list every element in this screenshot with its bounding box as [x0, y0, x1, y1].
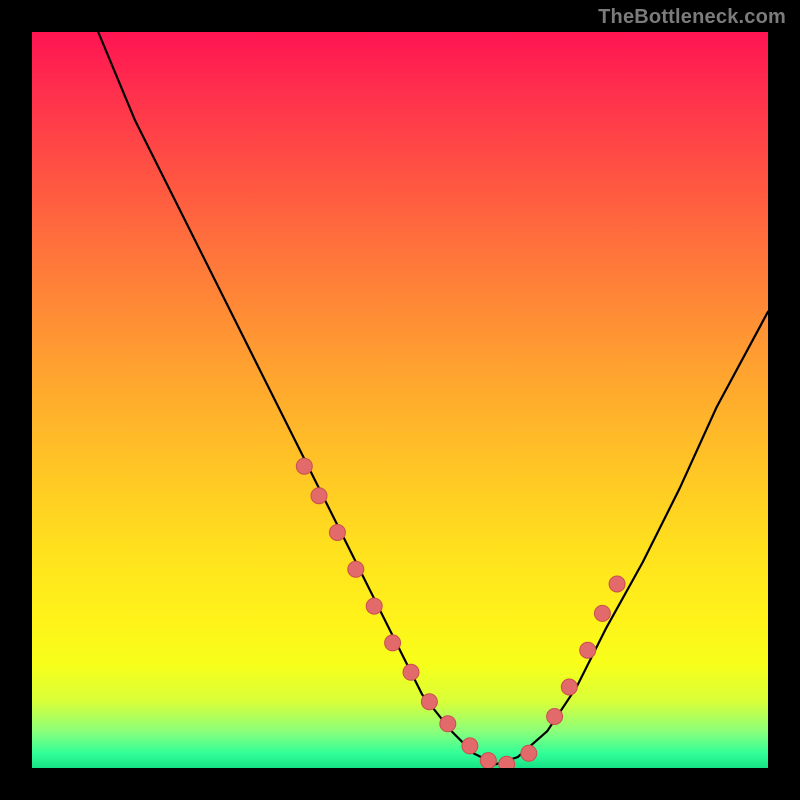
curve-marker	[385, 635, 401, 651]
curve-marker	[440, 716, 456, 732]
curve-marker	[547, 709, 563, 725]
curve-marker	[480, 753, 496, 768]
curve-marker	[521, 745, 537, 761]
bottleneck-curve	[98, 32, 768, 764]
marker-group	[296, 458, 625, 768]
curve-marker	[421, 694, 437, 710]
curve-marker	[403, 664, 419, 680]
curve-marker	[329, 525, 345, 541]
plot-area	[32, 32, 768, 768]
curve-marker	[366, 598, 382, 614]
curve-marker	[462, 738, 478, 754]
curve-marker	[594, 605, 610, 621]
watermark-text: TheBottleneck.com	[598, 6, 786, 29]
curve-marker	[561, 679, 577, 695]
curve-marker	[580, 642, 596, 658]
curve-marker	[499, 756, 515, 768]
curve-marker	[609, 576, 625, 592]
curve-marker	[311, 488, 327, 504]
curve-marker	[348, 561, 364, 577]
curve-marker	[296, 458, 312, 474]
curve-svg	[32, 32, 768, 768]
